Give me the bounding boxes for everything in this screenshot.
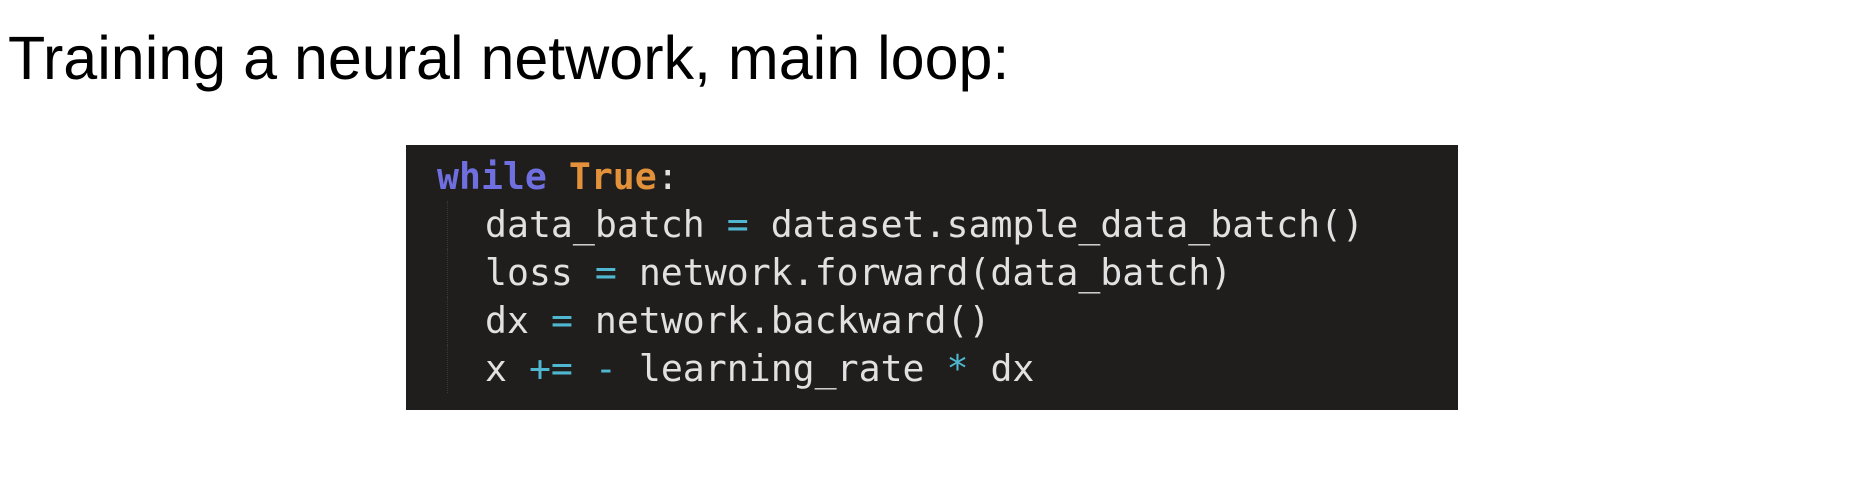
code-line-dx: dx = network.backward() [437, 297, 1458, 345]
code-operator-multiply: * [946, 347, 969, 390]
code-operator-assign: = [726, 203, 749, 246]
code-lhs: loss [485, 251, 595, 294]
code-middle: learning_rate [616, 347, 947, 390]
code-rhs: network.forward(data_batch) [616, 251, 1233, 294]
code-keyword-while: while [437, 155, 547, 198]
code-line-loss: loss = network.forward(data_batch) [437, 249, 1458, 297]
code-rhs: network.backward() [572, 299, 991, 342]
code-line-update: x += - learning_rate * dx [437, 345, 1458, 393]
code-line-while: while True: [437, 153, 1458, 201]
code-operator-assign: = [550, 299, 573, 342]
code-block: while True: data_batch = dataset.sample_… [406, 145, 1458, 410]
code-constant-true: True [568, 155, 657, 198]
code-line-data-batch: data_batch = dataset.sample_data_batch() [437, 201, 1458, 249]
code-operator-assign: = [594, 251, 617, 294]
code-rhs: dx [968, 347, 1035, 390]
code-rhs: dataset.sample_data_batch() [748, 203, 1365, 246]
code-lhs: x [485, 347, 529, 390]
code-operator-minus: - [594, 347, 617, 390]
code-lhs: dx [485, 299, 551, 342]
code-operator-plus-assign: += [528, 347, 573, 390]
code-colon: : [656, 155, 679, 198]
code-lhs: data_batch [485, 203, 727, 246]
slide-title: Training a neural network, main loop: [8, 24, 1010, 92]
